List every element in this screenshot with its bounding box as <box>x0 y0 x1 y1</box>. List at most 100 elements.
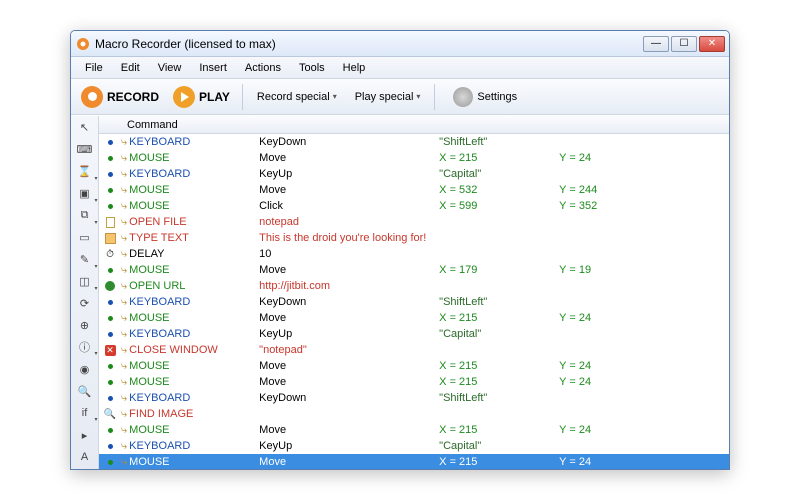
param2-cell: Y = 244 <box>559 184 597 196</box>
action-cell: "notepad" <box>259 344 307 356</box>
table-row[interactable]: ⤷KEYBOARDKeyDown"ShiftLeft" <box>99 134 729 150</box>
command-cell: MOUSE <box>129 424 169 436</box>
action-cell: KeyUp <box>259 168 292 180</box>
if-icon[interactable]: if <box>76 405 94 421</box>
command-cell: FIND IMAGE <box>129 408 193 420</box>
table-row[interactable]: ⤷KEYBOARDKeyUp"Capital" <box>99 166 729 182</box>
menu-edit[interactable]: Edit <box>113 60 148 76</box>
action-cell: Move <box>259 264 286 276</box>
row-icon <box>103 263 117 277</box>
window-title: Macro Recorder (licensed to max) <box>95 37 643 51</box>
window-icon[interactable]: ◫ <box>76 274 94 290</box>
param1-cell: "ShiftLeft" <box>439 392 487 404</box>
table-row[interactable]: ⤷MOUSEMoveX = 215Y = 24 <box>99 150 729 166</box>
table-row[interactable]: ⤷MOUSEMoveX = 532Y = 244 <box>99 182 729 198</box>
action-cell: KeyUp <box>259 328 292 340</box>
command-cell: MOUSE <box>129 184 169 196</box>
table-row[interactable]: 🔍⤷FIND IMAGE <box>99 406 729 422</box>
command-cell: OPEN FILE <box>129 216 186 228</box>
command-cell: CLOSE WINDOW <box>129 344 218 356</box>
action-cell: KeyDown <box>259 136 306 148</box>
menu-view[interactable]: View <box>150 60 190 76</box>
table-row[interactable]: ⤷MOUSEMoveX = 215Y = 24 <box>99 358 729 374</box>
table-row[interactable]: ⤷MOUSEMoveX = 215Y = 24 <box>99 454 729 469</box>
record-special-dropdown[interactable]: Record special <box>251 89 343 105</box>
table-row[interactable]: ⤷MOUSEMoveX = 215Y = 24 <box>99 374 729 390</box>
world-icon[interactable]: ◉ <box>76 361 94 377</box>
toolbar: RECORD PLAY Record special Play special … <box>71 79 729 115</box>
action-cell: KeyDown <box>259 392 306 404</box>
pencil-icon[interactable]: ✎ <box>76 252 94 268</box>
grid-rows: ⤷KEYBOARDKeyDown"ShiftLeft"⤷MOUSEMoveX =… <box>99 134 729 469</box>
table-row[interactable]: ⤷OPEN URLhttp://jitbit.com <box>99 278 729 294</box>
globe-icon[interactable]: ⊕ <box>76 317 94 333</box>
cursor-icon[interactable]: ↖ <box>76 120 94 136</box>
text-icon[interactable]: A <box>76 449 94 465</box>
maximize-button[interactable]: ☐ <box>671 36 697 52</box>
table-row[interactable]: ⤷MOUSEMoveX = 215Y = 24 <box>99 422 729 438</box>
command-cell: DELAY <box>129 248 164 260</box>
action-cell: 10 <box>259 248 271 260</box>
action-cell: Move <box>259 424 286 436</box>
menu-file[interactable]: File <box>77 60 111 76</box>
action-cell: notepad <box>259 216 299 228</box>
table-row[interactable]: ⤷KEYBOARDKeyDown"ShiftLeft" <box>99 390 729 406</box>
param1-cell: X = 179 <box>439 264 477 276</box>
param1-cell: "ShiftLeft" <box>439 296 487 308</box>
menu-help[interactable]: Help <box>335 60 374 76</box>
table-row[interactable]: ⤷MOUSEMoveX = 179Y = 19 <box>99 262 729 278</box>
play-button[interactable]: PLAY <box>169 84 234 110</box>
menu-tools[interactable]: Tools <box>291 60 333 76</box>
label-icon[interactable]: ▭ <box>76 230 94 246</box>
command-cell: MOUSE <box>129 312 169 324</box>
close-button[interactable]: ✕ <box>699 36 725 52</box>
titlebar: Macro Recorder (licensed to max) — ☐ ✕ <box>71 31 729 57</box>
table-row[interactable]: ⤷MOUSEClickX = 599Y = 352 <box>99 198 729 214</box>
command-cell: KEYBOARD <box>129 392 190 404</box>
param1-cell: "Capital" <box>439 168 481 180</box>
table-row[interactable]: ✕⤷CLOSE WINDOW"notepad" <box>99 342 729 358</box>
row-icon <box>103 423 117 437</box>
action-cell: KeyDown <box>259 296 306 308</box>
search-icon[interactable]: 🔍 <box>76 383 94 399</box>
grid-header[interactable]: Command <box>99 116 729 134</box>
record-button[interactable]: RECORD <box>77 84 163 110</box>
param2-cell: Y = 24 <box>559 456 591 468</box>
command-cell: MOUSE <box>129 456 169 468</box>
goto-icon[interactable]: ▸ <box>76 427 94 443</box>
table-row[interactable]: ⏱⤷DELAY10 <box>99 246 729 262</box>
command-cell: KEYBOARD <box>129 168 190 180</box>
action-cell: Move <box>259 360 286 372</box>
table-row[interactable]: ⤷TYPE TEXTThis is the droid you're looki… <box>99 230 729 246</box>
refresh-icon[interactable]: ⟳ <box>76 296 94 312</box>
param1-cell: "Capital" <box>439 440 481 452</box>
row-icon <box>103 359 117 373</box>
gear-icon <box>453 87 473 107</box>
document-icon[interactable]: ▣ <box>76 186 94 202</box>
info-icon[interactable]: ⓘ <box>76 339 94 355</box>
table-row[interactable]: ⤷OPEN FILEnotepad <box>99 214 729 230</box>
action-cell: Click <box>259 200 283 212</box>
param1-cell: X = 215 <box>439 360 477 372</box>
settings-button[interactable]: Settings <box>443 85 521 109</box>
action-cell: KeyUp <box>259 440 292 452</box>
row-icon <box>103 295 117 309</box>
param1-cell: "ShiftLeft" <box>439 136 487 148</box>
table-row[interactable]: ⤷KEYBOARDKeyDown"ShiftLeft" <box>99 294 729 310</box>
play-special-dropdown[interactable]: Play special <box>349 89 427 105</box>
keyboard-icon[interactable]: ⌨ <box>76 142 94 158</box>
minimize-button[interactable]: — <box>643 36 669 52</box>
app-window: Macro Recorder (licensed to max) — ☐ ✕ F… <box>70 30 730 470</box>
param1-cell: X = 215 <box>439 312 477 324</box>
copy-icon[interactable]: ⧉ <box>76 208 94 224</box>
table-row[interactable]: ⤷MOUSEMoveX = 215Y = 24 <box>99 310 729 326</box>
row-icon <box>103 183 117 197</box>
row-icon <box>103 327 117 341</box>
param1-cell: X = 532 <box>439 184 477 196</box>
table-row[interactable]: ⤷KEYBOARDKeyUp"Capital" <box>99 438 729 454</box>
hourglass-icon[interactable]: ⌛ <box>76 164 94 180</box>
row-icon <box>103 135 117 149</box>
table-row[interactable]: ⤷KEYBOARDKeyUp"Capital" <box>99 326 729 342</box>
menu-actions[interactable]: Actions <box>237 60 289 76</box>
menu-insert[interactable]: Insert <box>191 60 235 76</box>
